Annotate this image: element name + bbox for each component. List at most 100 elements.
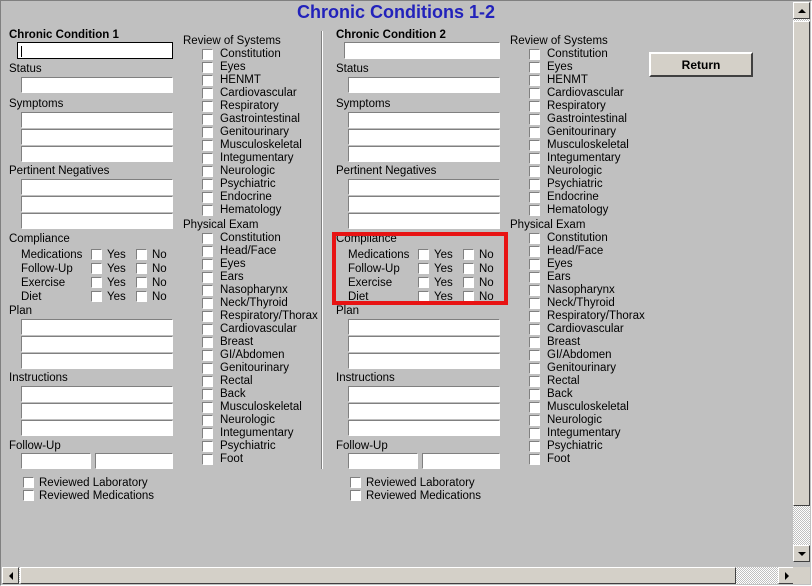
vertical-scrollbar[interactable]	[793, 2, 810, 562]
symptoms-input-1-1[interactable]	[21, 112, 173, 128]
ros-checkbox-1-4[interactable]	[202, 88, 213, 99]
compliance-no-checkbox-2-1[interactable]	[463, 249, 474, 260]
pe-checkbox-2-18[interactable]	[529, 454, 540, 465]
ros-checkbox-1-13[interactable]	[202, 205, 213, 216]
reviewed-laboratory-checkbox-1[interactable]	[23, 477, 34, 488]
pe-checkbox-2-9[interactable]	[529, 337, 540, 348]
compliance-no-checkbox-2-3[interactable]	[463, 277, 474, 288]
ros-checkbox-1-10[interactable]	[202, 166, 213, 177]
pe-checkbox-1-4[interactable]	[202, 272, 213, 283]
pe-checkbox-1-14[interactable]	[202, 402, 213, 413]
pe-checkbox-2-4[interactable]	[529, 272, 540, 283]
compliance-no-checkbox-1-4[interactable]	[136, 291, 147, 302]
symptoms-input-2-1[interactable]	[348, 112, 500, 128]
ros-checkbox-2-5[interactable]	[529, 101, 540, 112]
pe-checkbox-1-11[interactable]	[202, 363, 213, 374]
pe-checkbox-1-17[interactable]	[202, 441, 213, 452]
pe-checkbox-2-16[interactable]	[529, 428, 540, 439]
instructions-input-1-2[interactable]	[21, 403, 173, 419]
pe-checkbox-1-2[interactable]	[202, 246, 213, 257]
pe-checkbox-1-5[interactable]	[202, 285, 213, 296]
pertinent-negatives-input-1-1[interactable]	[21, 179, 173, 195]
instructions-input-1-3[interactable]	[21, 420, 173, 436]
plan-input-2-1[interactable]	[348, 319, 500, 335]
instructions-input-2-2[interactable]	[348, 403, 500, 419]
scroll-up-button[interactable]	[793, 2, 810, 19]
symptoms-input-2-2[interactable]	[348, 129, 500, 145]
instructions-input-2-3[interactable]	[348, 420, 500, 436]
compliance-no-checkbox-1-2[interactable]	[136, 263, 147, 274]
pe-checkbox-2-3[interactable]	[529, 259, 540, 270]
instructions-input-2-1[interactable]	[348, 386, 500, 402]
pe-checkbox-2-15[interactable]	[529, 415, 540, 426]
compliance-yes-checkbox-1-3[interactable]	[91, 277, 102, 288]
ros-checkbox-1-6[interactable]	[202, 114, 213, 125]
follow-up-input-1-2[interactable]	[95, 453, 173, 469]
follow-up-input-1-1[interactable]	[21, 453, 91, 469]
ros-checkbox-1-7[interactable]	[202, 127, 213, 138]
reviewed-laboratory-checkbox-2[interactable]	[350, 477, 361, 488]
pe-checkbox-2-12[interactable]	[529, 376, 540, 387]
ros-checkbox-2-10[interactable]	[529, 166, 540, 177]
pertinent-negatives-input-1-2[interactable]	[21, 196, 173, 212]
pertinent-negatives-input-2-2[interactable]	[348, 196, 500, 212]
pertinent-negatives-input-1-3[interactable]	[21, 213, 173, 229]
plan-input-1-3[interactable]	[21, 353, 173, 369]
scroll-left-button[interactable]	[2, 567, 19, 584]
pe-checkbox-2-11[interactable]	[529, 363, 540, 374]
scroll-down-button[interactable]	[793, 545, 810, 562]
condition-1-name-input[interactable]	[17, 42, 173, 59]
pe-checkbox-2-1[interactable]	[529, 233, 540, 244]
pe-checkbox-2-13[interactable]	[529, 389, 540, 400]
plan-input-1-1[interactable]	[21, 319, 173, 335]
compliance-yes-checkbox-2-3[interactable]	[418, 277, 429, 288]
pe-checkbox-2-17[interactable]	[529, 441, 540, 452]
ros-checkbox-1-3[interactable]	[202, 75, 213, 86]
reviewed-medications-checkbox-1[interactable]	[23, 490, 34, 501]
horizontal-scroll-thumb[interactable]	[20, 567, 736, 584]
ros-checkbox-1-1[interactable]	[202, 49, 213, 60]
symptoms-input-1-3[interactable]	[21, 146, 173, 162]
follow-up-input-2-1[interactable]	[348, 453, 418, 469]
ros-checkbox-2-12[interactable]	[529, 192, 540, 203]
plan-input-2-2[interactable]	[348, 336, 500, 352]
compliance-yes-checkbox-2-1[interactable]	[418, 249, 429, 260]
ros-checkbox-2-3[interactable]	[529, 75, 540, 86]
ros-checkbox-1-11[interactable]	[202, 179, 213, 190]
ros-checkbox-2-1[interactable]	[529, 49, 540, 60]
pe-checkbox-1-3[interactable]	[202, 259, 213, 270]
ros-checkbox-2-8[interactable]	[529, 140, 540, 151]
pe-checkbox-1-6[interactable]	[202, 298, 213, 309]
plan-input-2-3[interactable]	[348, 353, 500, 369]
return-button[interactable]: Return	[649, 52, 753, 77]
pe-checkbox-2-10[interactable]	[529, 350, 540, 361]
pe-checkbox-1-7[interactable]	[202, 311, 213, 322]
status-input-2[interactable]	[348, 77, 500, 93]
instructions-input-1-1[interactable]	[21, 386, 173, 402]
ros-checkbox-1-5[interactable]	[202, 101, 213, 112]
pe-checkbox-1-8[interactable]	[202, 324, 213, 335]
pe-checkbox-2-7[interactable]	[529, 311, 540, 322]
pertinent-negatives-input-2-3[interactable]	[348, 213, 500, 229]
status-input-1[interactable]	[21, 77, 173, 93]
compliance-no-checkbox-1-1[interactable]	[136, 249, 147, 260]
ros-checkbox-2-6[interactable]	[529, 114, 540, 125]
pe-checkbox-1-10[interactable]	[202, 350, 213, 361]
condition-2-name-input[interactable]	[344, 42, 500, 59]
ros-checkbox-2-9[interactable]	[529, 153, 540, 164]
pe-checkbox-1-1[interactable]	[202, 233, 213, 244]
compliance-no-checkbox-1-3[interactable]	[136, 277, 147, 288]
vertical-scroll-thumb[interactable]	[793, 21, 810, 506]
ros-checkbox-2-4[interactable]	[529, 88, 540, 99]
horizontal-scrollbar[interactable]	[2, 567, 795, 584]
ros-checkbox-2-7[interactable]	[529, 127, 540, 138]
compliance-no-checkbox-2-2[interactable]	[463, 263, 474, 274]
compliance-yes-checkbox-1-1[interactable]	[91, 249, 102, 260]
pe-checkbox-2-2[interactable]	[529, 246, 540, 257]
pe-checkbox-1-18[interactable]	[202, 454, 213, 465]
pe-checkbox-1-13[interactable]	[202, 389, 213, 400]
compliance-yes-checkbox-1-4[interactable]	[91, 291, 102, 302]
pe-checkbox-1-15[interactable]	[202, 415, 213, 426]
pe-checkbox-2-5[interactable]	[529, 285, 540, 296]
pe-checkbox-1-12[interactable]	[202, 376, 213, 387]
